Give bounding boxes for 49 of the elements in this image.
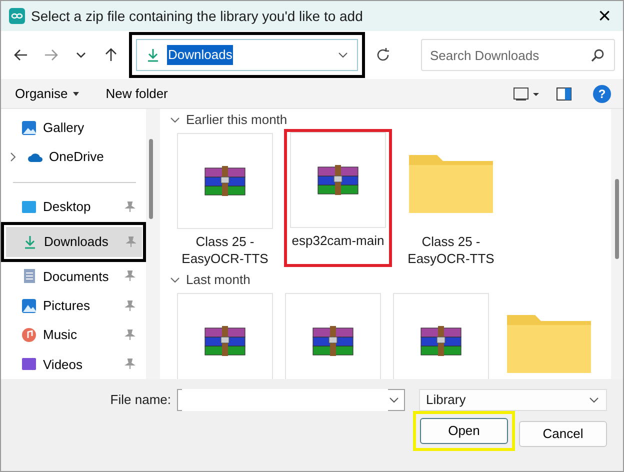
file-name: Class 25 - EasyOCR-TTS	[406, 233, 496, 267]
sidebar-item[interactable]: OneDrive	[5, 142, 141, 172]
file-name-field[interactable]	[177, 389, 405, 411]
image-icon	[21, 120, 37, 136]
file-name-label: File name:	[110, 391, 171, 410]
file-name: esp32cam-main	[290, 232, 386, 249]
arrow-left-icon	[13, 47, 29, 63]
music-icon	[21, 327, 37, 344]
help-button[interactable]: ?	[593, 84, 611, 102]
sidebar-item[interactable]: Gallery	[5, 113, 141, 142]
section-header[interactable]: Earlier this month	[170, 111, 288, 129]
image-icon	[21, 298, 37, 314]
sidebar-item[interactable]: Desktop	[5, 192, 141, 222]
close-button[interactable]: ×	[594, 5, 615, 27]
window-title: Select a zip file containing the library you'd like to add	[31, 6, 363, 26]
app-icon	[9, 8, 25, 24]
file-name: Class 25 - EasyOCR-TTS	[180, 233, 270, 267]
arrow-up-icon	[103, 47, 119, 63]
refresh-icon	[375, 47, 391, 63]
arrow-right-icon	[43, 47, 59, 63]
sidebar-item[interactable]: Pictures	[5, 291, 141, 320]
scrollbar-thumb[interactable]	[615, 179, 619, 259]
open-button[interactable]: Open	[420, 418, 508, 444]
search-field[interactable]: Search Downloads	[421, 39, 615, 71]
cancel-button[interactable]: Cancel	[519, 421, 607, 447]
view-menu-button[interactable]	[510, 84, 540, 102]
file-item[interactable]	[284, 293, 382, 379]
sidebar-item[interactable]: Videos	[5, 350, 141, 379]
sidebar-item[interactable]: Music	[5, 320, 141, 350]
search-icon	[591, 48, 605, 62]
sidebar-item[interactable]: Downloads	[6, 226, 142, 257]
preview-pane-button[interactable]	[554, 84, 574, 102]
monitor-icon	[21, 199, 37, 216]
video-icon	[21, 356, 37, 372]
section-header[interactable]: Last month	[170, 271, 250, 289]
caret-icon	[72, 90, 80, 98]
download-icon	[22, 234, 38, 250]
file-item[interactable]: Class 25 - EasyOCR-TTS	[402, 133, 500, 267]
file-type-dropdown[interactable]: Library	[419, 389, 607, 411]
download-icon	[145, 47, 161, 63]
sidebar-item[interactable]: Documents	[5, 262, 141, 292]
file-item[interactable]	[392, 293, 490, 379]
scrollbar-thumb[interactable]	[149, 139, 153, 219]
address-path: Downloads	[167, 45, 234, 65]
document-icon	[21, 268, 37, 284]
address-bar[interactable]: Downloads	[136, 39, 358, 71]
new-folder-button[interactable]: New folder	[104, 82, 170, 106]
organise-menu-button[interactable]: Organise	[13, 82, 82, 106]
file-item[interactable]	[176, 293, 274, 379]
